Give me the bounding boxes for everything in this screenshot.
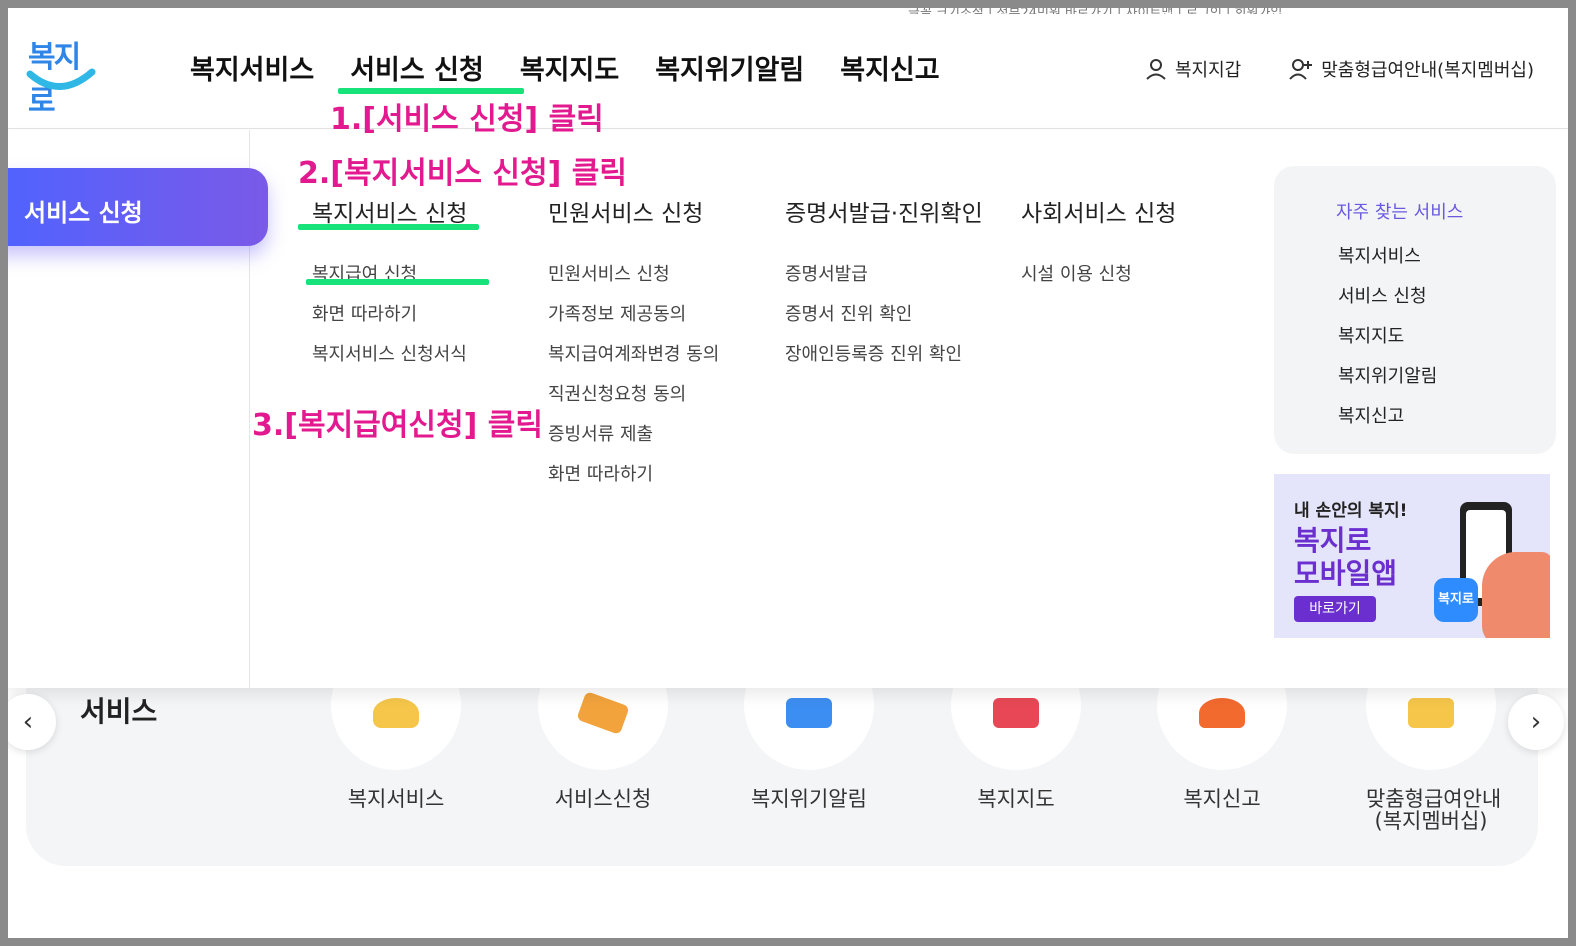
bokjiro-logo[interactable]: 복지로 — [24, 30, 104, 119]
mobile-app-banner[interactable]: 내 손안의 복지! 복지로 모바일앱 바로가기 복지로 — [1274, 474, 1550, 638]
logo-smile-icon — [26, 68, 96, 90]
menu-link[interactable]: 민원서비스 신청 — [548, 260, 719, 300]
membership-label: 맞춤형급여안내(복지멤버십) — [1321, 60, 1534, 81]
frequent-services-title: 자주 찾는 서비스 — [1336, 202, 1464, 223]
service-label: 서비스신청 — [554, 787, 652, 811]
service-label: 맞춤형급여안내 — [1366, 787, 1502, 811]
banner-title-line2: 모바일앱 — [1294, 557, 1398, 590]
menu-link[interactable]: 복지서비스 신청서식 — [312, 340, 467, 380]
service-strip-title: 서비스 — [80, 695, 158, 728]
menu-title-welfare-apply[interactable]: 복지서비스 신청 — [297, 194, 480, 230]
banner-go-button[interactable]: 바로가기 — [1294, 596, 1376, 622]
person-icon — [373, 698, 419, 728]
menu-link[interactable]: 증빙서류 제출 — [548, 420, 719, 460]
building-icon — [993, 698, 1039, 728]
frequent-services-box: 자주 찾는 서비스 복지서비스 서비스 신청 복지지도 복지위기알림 복지신고 — [1274, 166, 1556, 454]
wallet-label: 복지지갑 — [1174, 60, 1242, 81]
hand-click-icon — [576, 691, 630, 735]
menu-link[interactable]: 직권신청요청 동의 — [548, 380, 719, 420]
id-card-icon — [1408, 698, 1454, 728]
service-label-sub: (복지멤버십) — [1374, 809, 1488, 833]
frequent-service-item[interactable]: 복지지도 — [1338, 322, 1437, 362]
top-utility-bar: 글꼴 크기조절 | 정부24민원 바로가기 | 사이트맵 | 로그인 | 회원가… — [908, 6, 1283, 14]
document-icon — [786, 698, 832, 728]
menu-link[interactable]: 가족정보 제공동의 — [548, 300, 719, 340]
menu-title-civil-apply[interactable]: 민원서비스 신청 — [548, 194, 719, 228]
service-label: 복지지도 — [977, 787, 1055, 811]
side-category-service-apply[interactable]: 서비스 신청 — [0, 168, 268, 246]
frequent-service-item[interactable]: 서비스 신청 — [1338, 282, 1437, 322]
menu-column-social: 사회서비스 신청 시설 이용 신청 — [1021, 194, 1176, 300]
gnb-welfare-service[interactable]: 복지서비스 — [190, 48, 314, 87]
banner-subtitle: 내 손안의 복지! — [1294, 501, 1408, 521]
frequent-service-item[interactable]: 복지신고 — [1338, 402, 1437, 442]
menu-link[interactable]: 증명서발급 — [785, 260, 983, 300]
menu-title-certificate[interactable]: 증명서발급·진위확인 — [785, 194, 983, 228]
frequent-services-list: 복지서비스 서비스 신청 복지지도 복지위기알림 복지신고 — [1338, 242, 1437, 442]
gnb-welfare-alert[interactable]: 복지위기알림 — [655, 48, 804, 87]
user-icon — [1146, 59, 1166, 80]
frequent-service-item[interactable]: 복지서비스 — [1338, 242, 1437, 282]
user-add-icon — [1289, 59, 1313, 80]
banner-title-line1: 복지로 — [1294, 524, 1372, 557]
service-label: 복지위기알림 — [751, 787, 867, 811]
banner-title: 복지로 모바일앱 — [1294, 524, 1444, 590]
header-utility: 복지지갑 맞춤형급여안내(복지멤버십) — [1097, 56, 1534, 82]
service-label: 복지신고 — [1183, 787, 1261, 811]
menu-column-welfare-apply: 복지서비스 신청 복지급여 신청 화면 따라하기 복지서비스 신청서식 — [297, 194, 490, 380]
gnb-welfare-map[interactable]: 복지지도 — [520, 48, 619, 87]
menu-link-benefit-apply[interactable]: 복지급여 신청 — [305, 260, 490, 300]
annotation-step3: 3.[복지급여신청] 클릭 — [252, 408, 543, 443]
gnb-service-apply[interactable]: 서비스 신청 — [338, 48, 524, 94]
menu-column-certificate: 증명서발급·진위확인 증명서발급 증명서 진위 확인 장애인등록증 진위 확인 — [785, 194, 983, 380]
menu-link[interactable]: 화면 따라하기 — [548, 460, 719, 500]
service-label: 복지서비스 — [347, 787, 445, 811]
menu-link[interactable]: 증명서 진위 확인 — [785, 300, 983, 340]
menu-link[interactable]: 복지급여계좌변경 동의 — [548, 340, 719, 380]
carousel-next-button[interactable]: › — [1508, 694, 1564, 750]
hand-illustration — [1482, 552, 1550, 638]
annotation-step2: 2.[복지서비스 신청] 클릭 — [298, 156, 627, 191]
membership-link[interactable]: 맞춤형급여안내(복지멤버십) — [1289, 56, 1534, 82]
mega-menu-side: 서비스 신청 — [0, 130, 268, 688]
annotation-step1: 1.[서비스 신청] 클릭 — [330, 102, 604, 137]
menu-link[interactable]: 장애인등록증 진위 확인 — [785, 340, 983, 380]
chevron-right-icon: › — [1530, 707, 1542, 737]
global-nav: 복지서비스 서비스 신청 복지지도 복지위기알림 복지신고 — [190, 48, 976, 94]
menu-link[interactable]: 시설 이용 신청 — [1021, 260, 1176, 300]
site-header: 글꼴 크기조절 | 정부24민원 바로가기 | 사이트맵 | 로그인 | 회원가… — [8, 6, 1568, 129]
siren-icon — [1199, 698, 1245, 728]
carousel-prev-button[interactable]: ‹ — [0, 694, 56, 750]
chevron-left-icon: ‹ — [22, 707, 34, 737]
mega-menu-panel: 서비스 신청 복지서비스 신청 복지급여 신청 화면 따라하기 복지서비스 신청… — [0, 130, 1568, 688]
app-icon: 복지로 — [1434, 578, 1478, 622]
menu-title-social[interactable]: 사회서비스 신청 — [1021, 194, 1176, 228]
wallet-link[interactable]: 복지지갑 — [1145, 56, 1241, 82]
gnb-welfare-report[interactable]: 복지신고 — [840, 48, 939, 87]
menu-link[interactable]: 화면 따라하기 — [312, 300, 467, 340]
frequent-service-item[interactable]: 복지위기알림 — [1338, 362, 1437, 402]
menu-column-civil-apply: 민원서비스 신청 민원서비스 신청 가족정보 제공동의 복지급여계좌변경 동의 … — [548, 194, 719, 500]
